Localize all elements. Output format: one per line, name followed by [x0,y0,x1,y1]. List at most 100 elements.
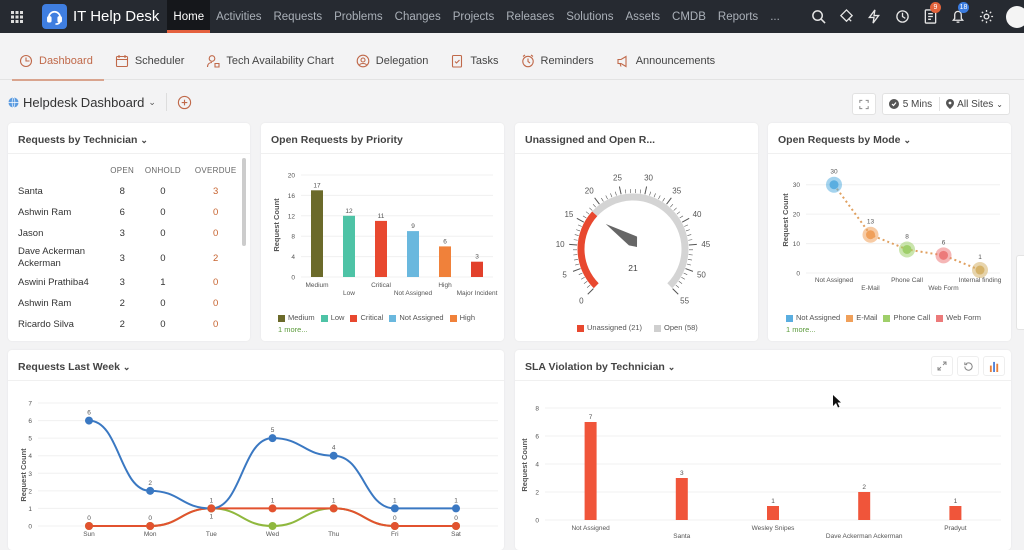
tab-tasks[interactable]: Tasks [439,42,509,80]
card-title[interactable]: Unassigned and Open R... [525,134,655,146]
search-icon[interactable] [804,0,832,33]
nav-item-activities[interactable]: Activities [210,0,267,33]
tab-reminders[interactable]: Reminders [510,42,605,80]
open-count[interactable]: 3 [106,272,138,293]
column-header[interactable]: OPEN [106,159,138,181]
overdue-count[interactable]: 3 [187,181,244,202]
scrollbar[interactable] [242,158,246,246]
lightning-icon[interactable] [860,0,888,33]
nav-item-changes[interactable]: Changes [389,0,447,33]
chevron-down-icon[interactable]: ⌄ [996,100,1003,109]
technician-name[interactable]: Santa [18,181,106,202]
open-count[interactable]: 8 [106,181,138,202]
nav-item-reports[interactable]: Reports [712,0,764,33]
open-count[interactable]: 2 [106,293,138,314]
onhold-count[interactable]: 0 [138,202,187,223]
open-count[interactable]: 3 [106,223,138,244]
nav-item-releases[interactable]: Releases [500,0,560,33]
table-row[interactable]: Ashwin Ram600 [18,202,244,223]
chevron-down-icon[interactable]: ⌄ [123,362,131,372]
side-panel-handle[interactable] [1016,255,1024,330]
column-header[interactable]: ONHOLD [138,159,187,181]
legend-more-link[interactable]: 1 more... [278,325,308,334]
history-icon[interactable] [888,0,916,33]
chart-type-button[interactable] [983,356,1005,376]
legend-item[interactable]: Low [321,313,345,322]
onhold-count[interactable]: 0 [138,223,187,244]
open-count[interactable]: 3 [106,244,138,272]
legend-item[interactable]: Unassigned (21) [577,323,642,332]
onhold-count[interactable]: 0 [138,181,187,202]
open-count[interactable]: 6 [106,202,138,223]
table-row[interactable]: Ricardo Silva200 [18,314,244,335]
refresh-button[interactable] [957,356,979,376]
legend-more-link[interactable]: 1 more... [786,325,816,334]
legend-item[interactable]: High [450,313,475,322]
onhold-count[interactable]: 0 [138,244,187,272]
legend-item[interactable]: Critical [350,313,383,322]
technician-name[interactable]: Ricardo Silva [18,314,106,335]
chevron-down-icon[interactable]: ⌄ [903,135,911,145]
open-count[interactable]: 2 [106,314,138,335]
column-header[interactable]: OVERDUE [187,159,244,181]
nav-item-cmdb[interactable]: CMDB [666,0,712,33]
table-row[interactable]: Aswini Prathiba4310 [18,272,244,293]
onhold-count[interactable]: 1 [138,272,187,293]
nav-item-more[interactable]: ... [764,0,786,33]
onhold-count[interactable]: 0 [138,314,187,335]
card-title[interactable]: Open Requests by Priority [271,134,403,146]
technician-name[interactable]: Ashwin Ram [18,293,106,314]
tab-dashboard[interactable]: Dashboard [8,42,104,80]
nav-item-home[interactable]: Home [167,0,210,33]
technician-name[interactable]: Aswini Prathiba4 [18,272,106,293]
technician-name[interactable]: Ashwin Ram [18,202,106,223]
overdue-count[interactable]: 2 [187,244,244,272]
legend-item[interactable]: Medium [278,313,315,322]
notes-icon[interactable]: 9 [916,0,944,33]
site-selector[interactable]: All Sites [957,99,993,110]
nav-item-projects[interactable]: Projects [447,0,501,33]
ai-assist-icon[interactable] [832,0,860,33]
legend-item[interactable]: Web Form [936,313,981,322]
overdue-count[interactable]: 0 [187,314,244,335]
table-row[interactable]: Santa803 [18,181,244,202]
nav-item-problems[interactable]: Problems [328,0,389,33]
dashboard-title[interactable]: Helpdesk Dashboard [23,95,144,110]
chevron-down-icon[interactable]: ⌄ [148,97,156,108]
legend-item[interactable]: Open (58) [654,323,698,332]
card-title[interactable]: Requests Last Week ⌄ [18,361,130,373]
overdue-count[interactable]: 0 [187,202,244,223]
tab-announcements[interactable]: Announcements [605,42,727,80]
card-title[interactable]: Requests by Technician ⌄ [18,134,148,146]
overdue-count[interactable]: 0 [187,272,244,293]
legend-item[interactable]: E-Mail [846,313,877,322]
bell-icon[interactable]: 18 [944,0,972,33]
user-avatar[interactable] [1006,6,1024,28]
refresh-interval[interactable]: 5 Mins [903,99,932,110]
nav-item-assets[interactable]: Assets [620,0,667,33]
tab-tech-availability-chart[interactable]: Tech Availability Chart [195,42,344,80]
overdue-count[interactable]: 0 [187,293,244,314]
table-row[interactable]: Jason300 [18,223,244,244]
card-title[interactable]: SLA Violation by Technician ⌄ [525,361,675,373]
card-title[interactable]: Open Requests by Mode ⌄ [778,134,911,146]
chevron-down-icon[interactable]: ⌄ [140,135,148,145]
nav-item-requests[interactable]: Requests [267,0,328,33]
table-row[interactable]: Dave Ackerman Ackerman302 [18,244,244,272]
app-launcher-icon[interactable] [0,0,34,33]
onhold-count[interactable]: 0 [138,293,187,314]
technician-name[interactable]: Jason [18,223,106,244]
expand-button[interactable] [931,356,953,376]
headset-logo-icon[interactable] [42,4,67,29]
legend-item[interactable]: Not Assigned [389,313,443,322]
fullscreen-button[interactable] [852,93,876,115]
tab-scheduler[interactable]: Scheduler [104,42,196,80]
legend-item[interactable]: Phone Call [883,313,930,322]
gear-icon[interactable] [972,0,1000,33]
overdue-count[interactable]: 0 [187,223,244,244]
legend-item[interactable]: Not Assigned [786,313,840,322]
tab-delegation[interactable]: Delegation [345,42,440,80]
chevron-down-icon[interactable]: ⌄ [668,362,676,372]
technician-name[interactable]: Dave Ackerman Ackerman [18,244,106,272]
table-row[interactable]: Ashwin Ram200 [18,293,244,314]
